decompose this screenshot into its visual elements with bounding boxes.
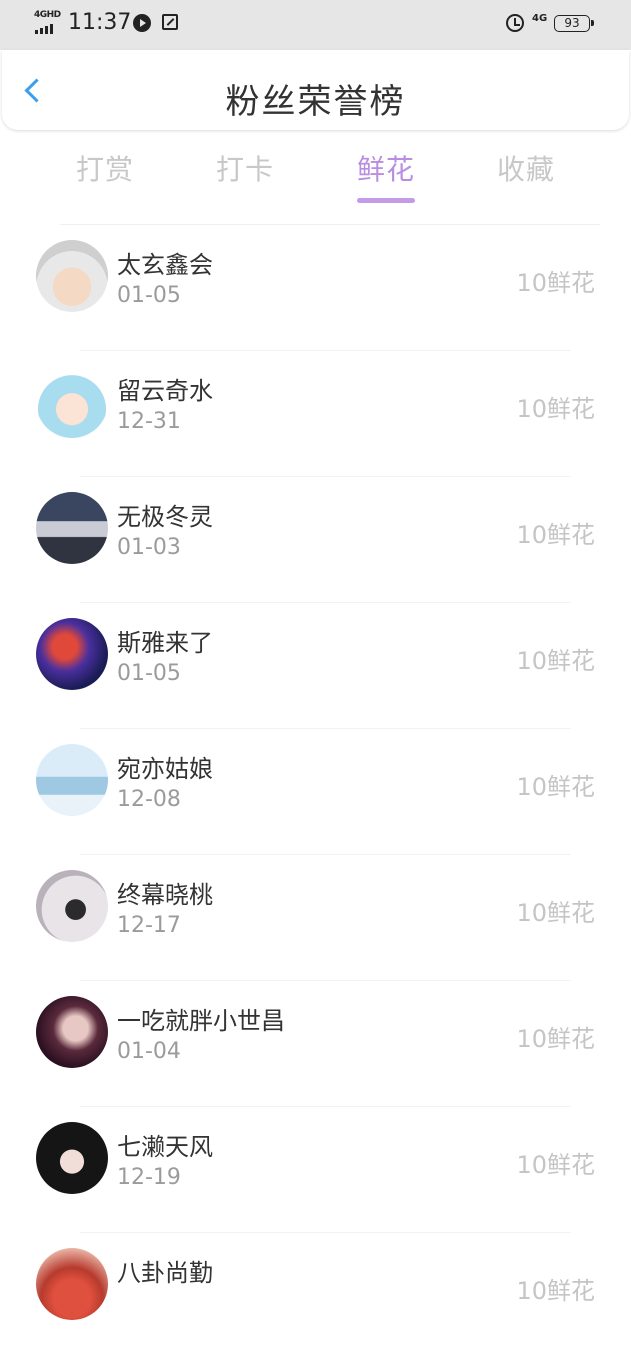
avatar[interactable] xyxy=(36,240,108,312)
tab-reward[interactable]: 打赏 xyxy=(35,148,175,188)
fan-name: 斯雅来了 xyxy=(117,629,213,657)
avatar[interactable] xyxy=(36,618,108,690)
fan-date: 12-17 xyxy=(117,913,181,938)
avatar[interactable] xyxy=(36,870,108,942)
list-item[interactable]: 一吃就胖小世昌 01-04 10鲜花 xyxy=(0,981,631,1107)
screenshot-icon xyxy=(162,14,178,30)
active-tab-indicator xyxy=(357,198,415,203)
list-item[interactable]: 无极冬灵 01-03 10鲜花 xyxy=(0,477,631,603)
flower-count: 10鲜花 xyxy=(516,1025,595,1053)
list-item[interactable]: 宛亦姑娘 12-08 10鲜花 xyxy=(0,729,631,855)
tab-checkin[interactable]: 打卡 xyxy=(175,148,315,188)
fan-date: 12-08 xyxy=(117,787,181,812)
list-item[interactable]: 八卦尚勤 10鲜花 xyxy=(0,1233,631,1359)
fan-name: 终幕晓桃 xyxy=(117,881,213,909)
tab-flowers[interactable]: 鲜花 xyxy=(316,148,456,203)
fan-name: 八卦尚勤 xyxy=(117,1259,213,1287)
page-title: 粉丝荣誉榜 xyxy=(225,82,406,122)
flower-count: 10鲜花 xyxy=(516,395,595,423)
flower-count: 10鲜花 xyxy=(516,269,595,297)
avatar[interactable] xyxy=(36,996,108,1068)
fan-date: 01-05 xyxy=(117,661,181,686)
fan-date: 01-03 xyxy=(117,535,181,560)
fan-name: 一吃就胖小世昌 xyxy=(117,1007,285,1035)
status-bar: 4GHD 11:37 4G 93 xyxy=(0,0,631,50)
flower-count: 10鲜花 xyxy=(516,521,595,549)
network-type-label: 4GHD xyxy=(34,10,61,20)
fan-date: 12-31 xyxy=(117,409,181,434)
tab-bar: 打赏 打卡 鲜花 收藏 xyxy=(0,148,631,208)
tab-label: 收藏 xyxy=(496,153,555,186)
status-time: 11:37 xyxy=(68,10,132,35)
tab-label: 鲜花 xyxy=(356,153,415,186)
signal-icon: 4GHD xyxy=(34,10,64,36)
fan-name: 宛亦姑娘 xyxy=(117,755,213,783)
avatar[interactable] xyxy=(36,492,108,564)
tab-label: 打赏 xyxy=(75,153,134,186)
avatar[interactable] xyxy=(36,1122,108,1194)
list-item[interactable]: 终幕晓桃 12-17 10鲜花 xyxy=(0,855,631,981)
app-header: 粉丝荣誉榜 xyxy=(2,50,629,130)
fan-name: 七濑天风 xyxy=(117,1133,213,1161)
flower-count: 10鲜花 xyxy=(516,647,595,675)
fan-name: 留云奇水 xyxy=(117,377,213,405)
list-item[interactable]: 七濑天风 12-19 10鲜花 xyxy=(0,1107,631,1233)
flower-count: 10鲜花 xyxy=(516,899,595,927)
avatar[interactable] xyxy=(36,366,108,438)
list-item[interactable]: 斯雅来了 01-05 10鲜花 xyxy=(0,603,631,729)
avatar[interactable] xyxy=(36,744,108,816)
list-item[interactable]: 留云奇水 12-31 10鲜花 xyxy=(0,351,631,477)
tab-label: 打卡 xyxy=(215,153,274,186)
flower-count: 10鲜花 xyxy=(516,1151,595,1179)
fan-name: 太玄鑫会 xyxy=(117,251,213,279)
tab-favorites[interactable]: 收藏 xyxy=(456,148,596,188)
fan-date: 12-19 xyxy=(117,1165,181,1190)
avatar[interactable] xyxy=(36,1248,108,1320)
play-icon xyxy=(133,14,151,32)
fan-date: 01-04 xyxy=(117,1039,181,1064)
flower-count: 10鲜花 xyxy=(516,773,595,801)
battery-icon: 93 xyxy=(554,15,594,32)
alarm-icon xyxy=(506,14,524,32)
network-4g-label: 4G xyxy=(532,13,548,24)
fan-name: 无极冬灵 xyxy=(117,503,213,531)
list-item[interactable]: 太玄鑫会 01-05 10鲜花 xyxy=(0,225,631,351)
fan-date: 01-05 xyxy=(117,283,181,308)
flower-count: 10鲜花 xyxy=(516,1277,595,1305)
fan-list: 太玄鑫会 01-05 10鲜花 留云奇水 12-31 10鲜花 无极冬灵 01-… xyxy=(0,225,631,1359)
